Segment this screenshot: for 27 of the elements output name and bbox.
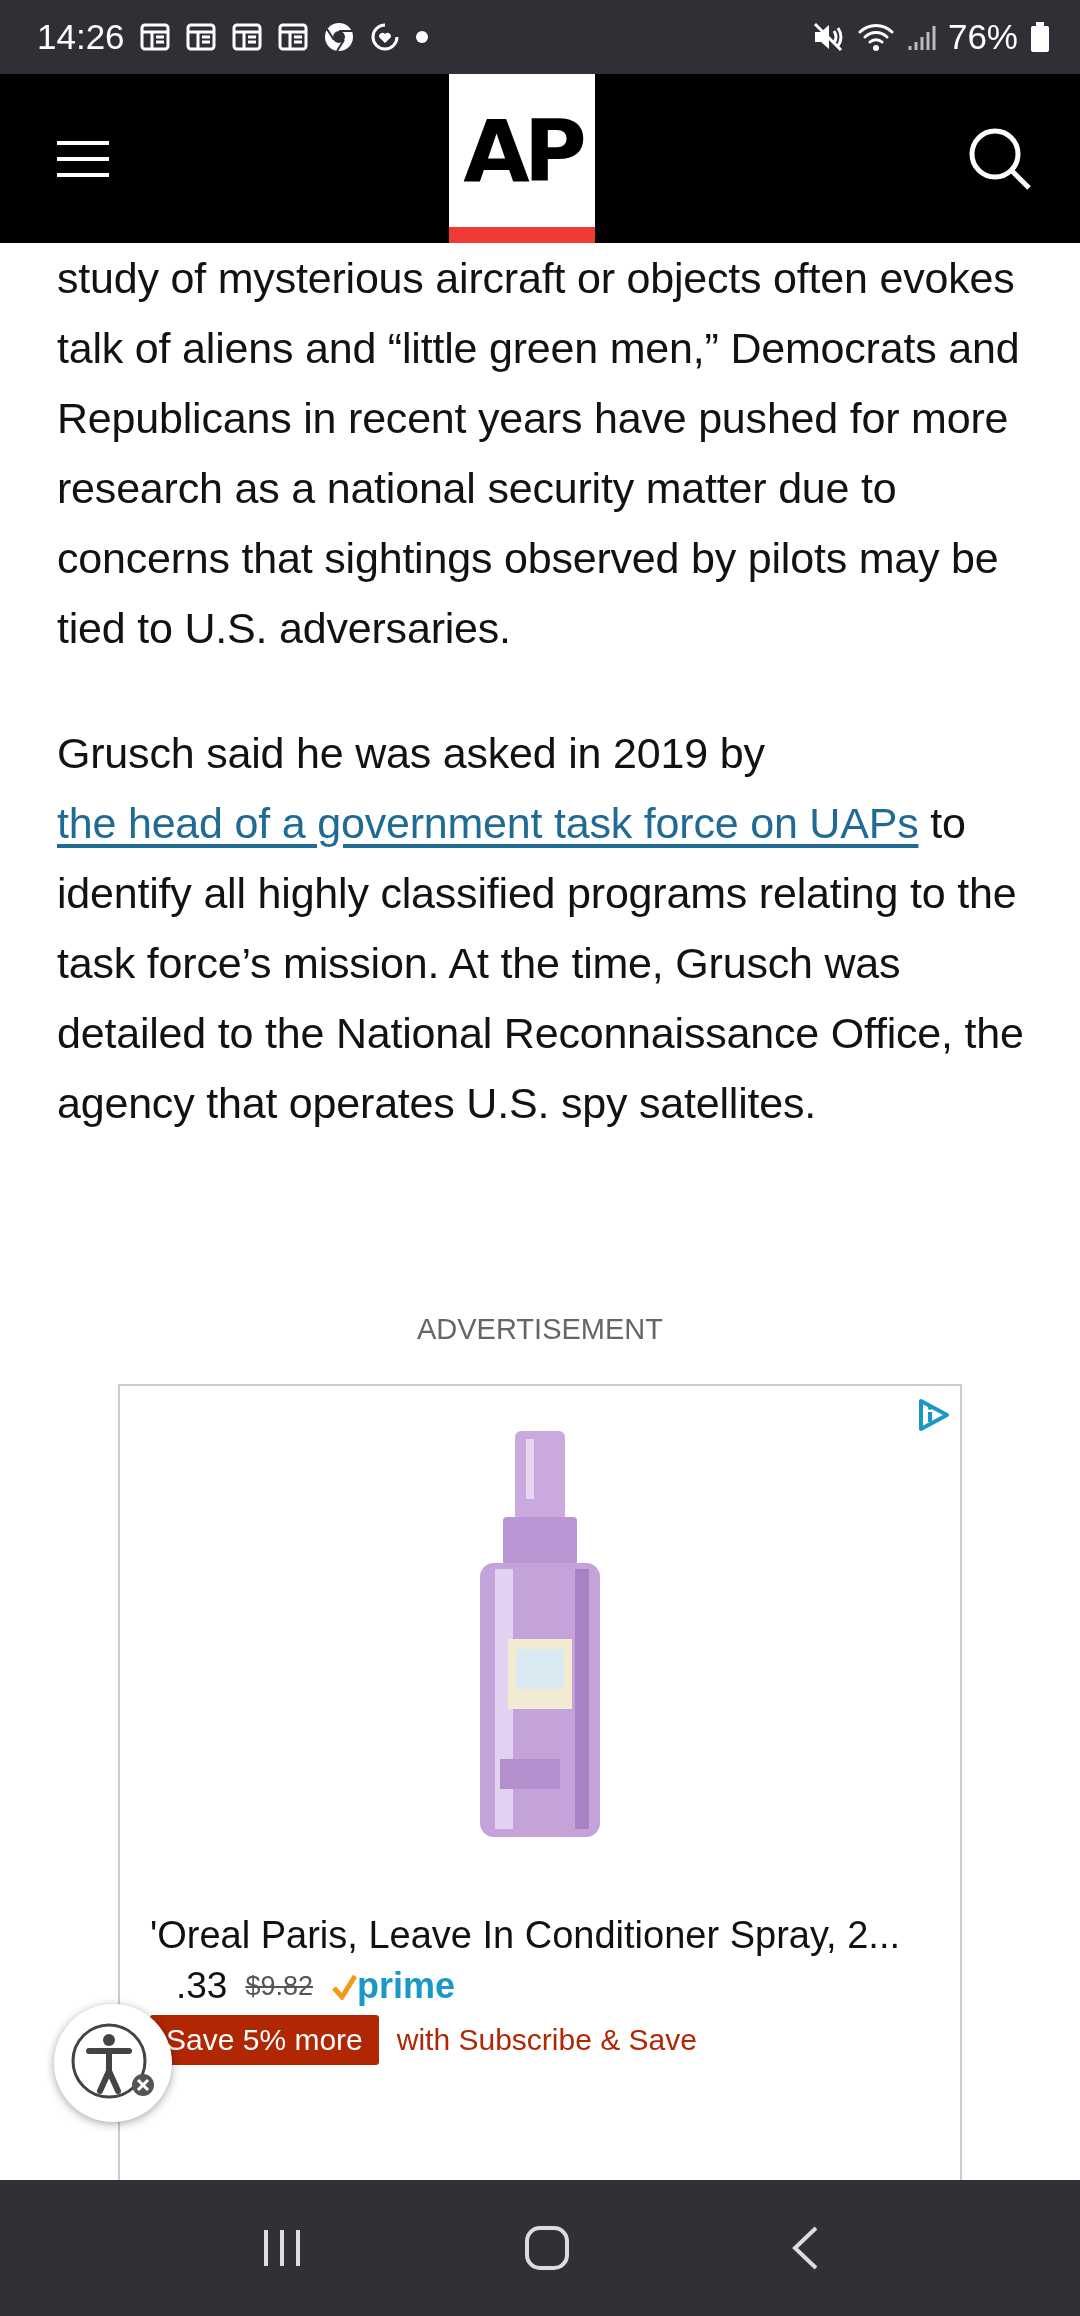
news-icon	[276, 21, 309, 53]
news-icon	[184, 21, 217, 53]
dot-icon	[414, 30, 429, 44]
menu-icon[interactable]	[57, 139, 109, 178]
news-icon	[230, 21, 263, 53]
news-icon	[138, 21, 171, 53]
battery-icon	[1030, 21, 1050, 53]
battery-percent: 76%	[947, 17, 1018, 57]
browser-icon	[322, 21, 355, 53]
search-icon[interactable]	[968, 126, 1032, 191]
subscribe-note: with Subscribe & Save	[396, 2023, 697, 2057]
ad-choices-icon[interactable]	[916, 1398, 950, 1432]
home-icon[interactable]	[524, 2225, 570, 2271]
clock-time: 14:26	[37, 17, 125, 57]
list-price: $9.82	[245, 1970, 313, 2002]
product-title[interactable]: 'Oreal Paris, Leave In Conditioner Spray, 2...	[150, 1914, 960, 1957]
wifi-icon	[857, 22, 894, 52]
article-paragraph: Grusch said he was asked in 2019 by the head of a government task force on UAPs to identify all highly classified programs relating to the task force’s mission. At the time, Grusch was detailed to the National Reconnaissance Office, the agency that operates U.S. spy satellites.	[57, 728, 1025, 1129]
article-paragraph: study of mysterious aircraft or objects often evokes talk of aliens and “little green men,” Democrats and Republicans in recent years have pushed for more research as a national security matter due to concerns that sightings observed by pilots may be tied to U.S. adversaries.	[57, 253, 1021, 654]
product-price: .33	[176, 1965, 228, 2007]
prime-label: prime	[357, 1965, 456, 2007]
check-icon	[331, 1972, 357, 2000]
logo[interactable]: AP	[449, 74, 595, 243]
advertisement-label: ADVERTISEMENT	[417, 1313, 663, 1346]
save-badge: Save 5% more	[150, 2015, 379, 2065]
back-icon[interactable]	[790, 2225, 820, 2271]
article-link[interactable]: the head of a government task force on UAPs	[57, 799, 919, 847]
